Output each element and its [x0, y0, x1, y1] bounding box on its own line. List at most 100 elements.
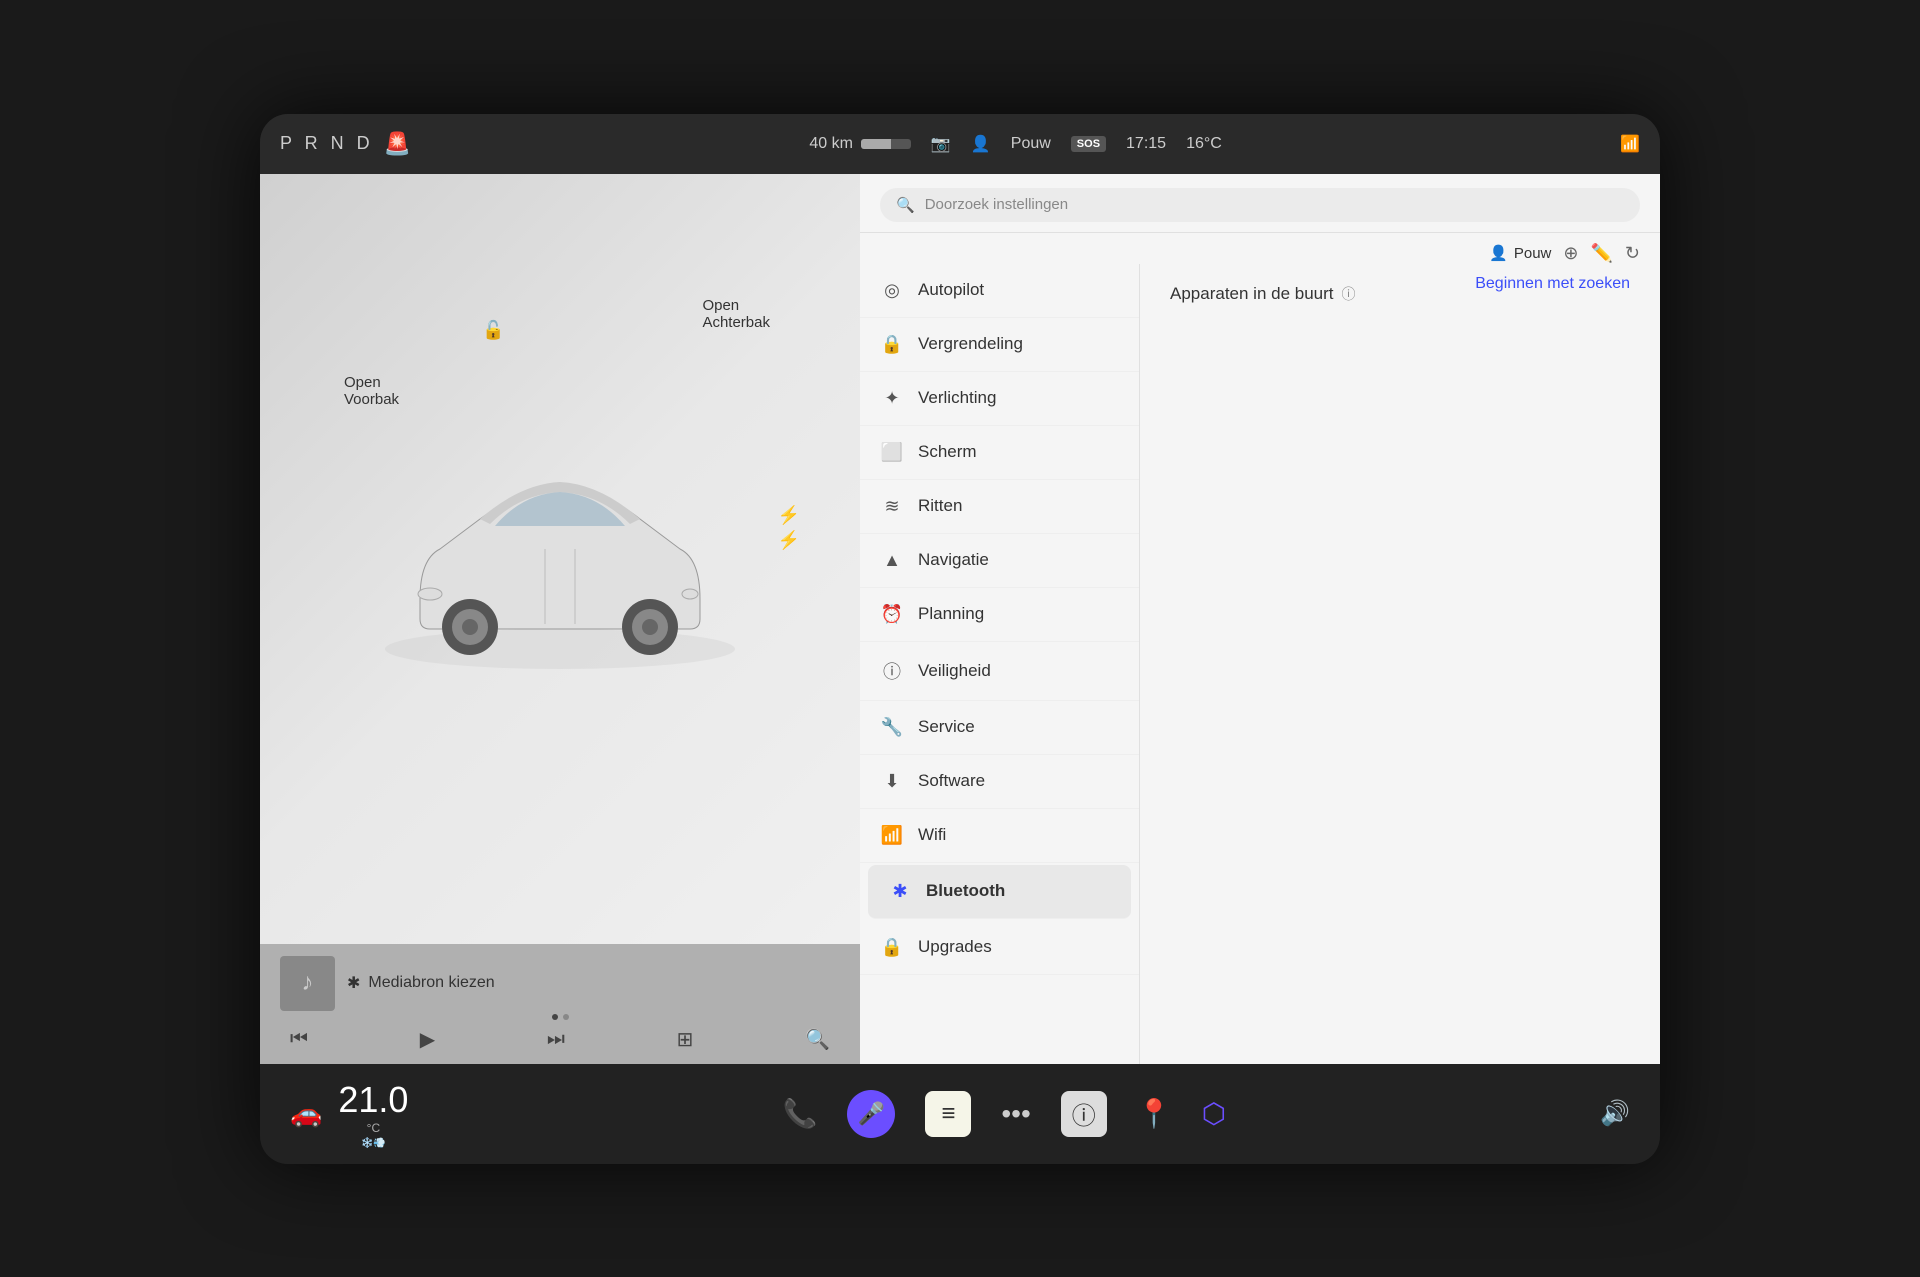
- wifi-label: Wifi: [918, 825, 946, 845]
- search-media-button[interactable]: 🔍: [805, 1027, 830, 1052]
- play-button[interactable]: ▶: [420, 1027, 435, 1052]
- ritten-icon: ≋: [880, 496, 904, 517]
- menu-item-verlichting[interactable]: ✦ Verlichting: [860, 372, 1139, 426]
- car-task-icon[interactable]: 🚗: [290, 1098, 322, 1129]
- status-right: 📶: [1620, 134, 1640, 154]
- verlichting-icon: ✦: [880, 388, 904, 409]
- music-icon-box: ♪: [280, 956, 335, 1011]
- bluetooth-icon: ✱: [888, 881, 912, 902]
- voorbak-label[interactable]: Open Voorbak: [344, 374, 399, 408]
- planning-icon: ⏰: [880, 604, 904, 625]
- camera-icon: 📷: [931, 134, 951, 154]
- dots-button[interactable]: •••: [1001, 1098, 1030, 1130]
- dot-1: [552, 1014, 558, 1020]
- charge-bolt-2: ⚡: [778, 530, 800, 551]
- notes-icon: ≡: [941, 1100, 955, 1128]
- prnd-indicator: P R N D: [280, 133, 374, 154]
- profile-icon: 👤: [1489, 244, 1508, 262]
- equalizer-button[interactable]: ⊞: [677, 1027, 694, 1052]
- charge-icons: ⚡ ⚡: [778, 505, 800, 551]
- menu-item-veiligheid[interactable]: ⓘ Veiligheid: [860, 642, 1139, 701]
- menu-item-service[interactable]: 🔧 Service: [860, 701, 1139, 755]
- menu-item-ritten[interactable]: ≋ Ritten: [860, 480, 1139, 534]
- voice-button[interactable]: 🎤: [847, 1090, 895, 1138]
- app-button[interactable]: ⬡: [1202, 1097, 1226, 1130]
- planning-label: Planning: [918, 604, 984, 624]
- profile-name-top: Pouw: [1011, 135, 1051, 153]
- settings-body: ◎ Autopilot 🔒 Vergrendeling ✦ Verlichtin…: [860, 264, 1660, 1064]
- vergrendeling-label: Vergrendeling: [918, 334, 1023, 354]
- status-bar: P R N D 🚨 40 km 📷 👤 Pouw SOS 17:15 16°C …: [260, 114, 1660, 174]
- main-content: Open Voorbak Open Achterbak 🔓: [260, 174, 1660, 1064]
- status-center: 40 km 📷 👤 Pouw SOS 17:15 16°C: [809, 134, 1221, 154]
- info-icon[interactable]: ⓘ: [1342, 284, 1356, 304]
- wifi-icon: 📶: [880, 825, 904, 846]
- ritten-label: Ritten: [918, 496, 962, 516]
- profile-action-2[interactable]: ✏️: [1590, 243, 1612, 264]
- autopilot-label: Autopilot: [918, 280, 984, 300]
- menu-item-navigatie[interactable]: ▲ Navigatie: [860, 534, 1139, 588]
- menu-item-autopilot[interactable]: ◎ Autopilot: [860, 264, 1139, 318]
- info-task-icon: ⓘ: [1072, 1096, 1096, 1131]
- lock-icon-car: 🔓: [482, 320, 504, 341]
- bluetooth-section-label: Apparaten in de buurt: [1170, 284, 1334, 304]
- search-bar[interactable]: 🔍 Doorzoek instellingen: [880, 188, 1640, 222]
- verlichting-label: Verlichting: [918, 388, 996, 408]
- bluetooth-content: Apparaten in de buurt ⓘ Beginnen met zoe…: [1140, 264, 1660, 1064]
- wifi-status-icon: 📶: [1620, 134, 1640, 154]
- profile-info: 👤 Pouw: [1489, 244, 1551, 262]
- software-label: Software: [918, 771, 985, 791]
- tesla-screen: P R N D 🚨 40 km 📷 👤 Pouw SOS 17:15 16°C …: [260, 114, 1660, 1164]
- menu-item-planning[interactable]: ⏰ Planning: [860, 588, 1139, 642]
- media-controls: ⏮ ▶ ⏭ ⊞ 🔍: [280, 1027, 840, 1052]
- service-label: Service: [918, 717, 975, 737]
- achterbak-label[interactable]: Open Achterbak: [702, 297, 770, 331]
- taskbar-left: 🚗 21.0 °C ❄️💨: [290, 1079, 408, 1149]
- info-task-button[interactable]: ⓘ: [1061, 1091, 1107, 1137]
- taskbar-center: 📞 🎤 ≡ ••• ⓘ 📍 ⬡: [428, 1090, 1580, 1138]
- profile-name: Pouw: [1514, 245, 1552, 262]
- veiligheid-icon: ⓘ: [880, 658, 904, 684]
- media-dots: [280, 1014, 840, 1024]
- sos-badge[interactable]: SOS: [1071, 136, 1106, 152]
- achterbak-text: Achterbak: [702, 314, 770, 331]
- search-placeholder: Doorzoek instellingen: [925, 196, 1068, 213]
- temp-display-top: 16°C: [1186, 135, 1222, 153]
- dots-icon: •••: [1001, 1098, 1030, 1129]
- range-bar: [861, 139, 911, 149]
- temp-unit: °C ❄️💨: [338, 1121, 408, 1149]
- media-top: ♪ ✱ Mediabron kiezen: [280, 956, 840, 1011]
- menu-item-upgrades[interactable]: 🔒 Upgrades: [860, 921, 1139, 975]
- media-player: ♪ ✱ Mediabron kiezen ⏮ ▶ ⏭ ⊞ 🔍: [260, 944, 860, 1064]
- notes-button[interactable]: ≡: [925, 1091, 971, 1137]
- menu-item-scherm[interactable]: ⬜ Scherm: [860, 426, 1139, 480]
- menu-item-bluetooth[interactable]: ✱ Bluetooth: [868, 865, 1131, 919]
- profile-action-1[interactable]: ⊕: [1563, 243, 1578, 264]
- upgrades-icon: 🔒: [880, 937, 904, 958]
- media-source[interactable]: ✱ Mediabron kiezen: [347, 973, 495, 993]
- prev-button[interactable]: ⏮: [290, 1028, 308, 1051]
- range-bar-fill: [861, 139, 891, 149]
- begin-zoeken-button[interactable]: Beginnen met zoeken: [1475, 275, 1630, 293]
- app-icon: ⬡: [1202, 1098, 1226, 1129]
- search-icon: 🔍: [896, 196, 915, 214]
- profile-action-3[interactable]: ↻: [1625, 243, 1640, 264]
- menu-item-software[interactable]: ⬇ Software: [860, 755, 1139, 809]
- service-icon: 🔧: [880, 717, 904, 738]
- dot-2: [563, 1014, 569, 1020]
- autopilot-icon: ◎: [880, 280, 904, 301]
- taskbar-right: 🔊: [1600, 1099, 1630, 1128]
- next-button[interactable]: ⏭: [547, 1028, 565, 1051]
- profile-row: 👤 Pouw ⊕ ✏️ ↻: [860, 233, 1660, 264]
- phone-button[interactable]: 📞: [782, 1097, 817, 1130]
- range-value: 40 km: [809, 135, 853, 153]
- menu-item-vergrendeling[interactable]: 🔒 Vergrendeling: [860, 318, 1139, 372]
- volume-icon[interactable]: 🔊: [1600, 1099, 1630, 1128]
- maps-button[interactable]: 📍: [1137, 1097, 1172, 1130]
- car-view: Open Voorbak Open Achterbak 🔓: [260, 174, 860, 944]
- software-icon: ⬇: [880, 771, 904, 792]
- car-svg: [360, 419, 760, 699]
- range-info: 40 km: [809, 135, 911, 153]
- taskbar: 🚗 21.0 °C ❄️💨 📞 🎤 ≡ ••• ⓘ: [260, 1064, 1660, 1164]
- menu-item-wifi[interactable]: 📶 Wifi: [860, 809, 1139, 863]
